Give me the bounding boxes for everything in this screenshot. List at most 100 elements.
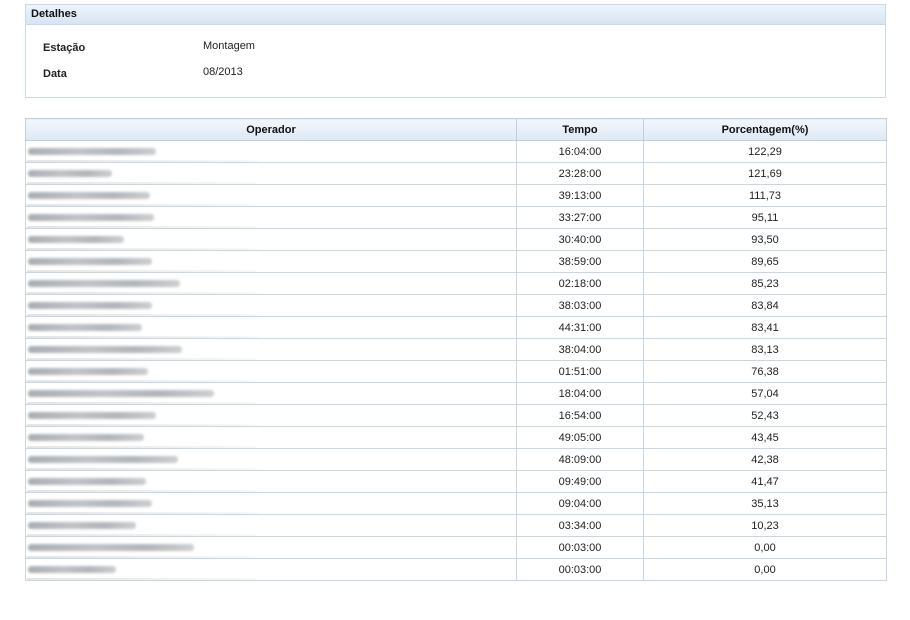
porcentagem-cell: 76,38 (643, 360, 887, 383)
operator-name-cell (25, 206, 517, 229)
porcentagem-cell: 95,11 (643, 206, 887, 229)
porcentagem-cell: 35,13 (643, 492, 887, 515)
column-header-operador[interactable]: Operador (25, 118, 517, 141)
tempo-cell: 33:27:00 (516, 206, 644, 229)
porcentagem-cell: 122,29 (643, 140, 887, 163)
tempo-cell: 01:51:00 (516, 360, 644, 383)
operators-table: Operador Tempo Porcentagem(%) 16:04:00 12… (25, 118, 887, 581)
table-row: 48:09:00 42,38 (25, 448, 887, 471)
tempo-cell: 00:03:00 (516, 536, 644, 559)
operator-name-cell (25, 250, 517, 273)
tempo-cell: 49:05:00 (516, 426, 644, 449)
table-row: 16:54:00 52,43 (25, 404, 887, 427)
table-row: 16:04:00 122,29 (25, 140, 887, 163)
blurred-operator-name (28, 368, 148, 376)
porcentagem-cell: 93,50 (643, 228, 887, 251)
porcentagem-cell: 111,73 (643, 184, 887, 207)
operator-name-cell (25, 492, 517, 515)
station-label: Estação (43, 42, 86, 54)
blurred-operator-name (28, 522, 136, 530)
details-panel-title: Detalhes (26, 5, 885, 25)
table-row: 03:34:00 10,23 (25, 514, 887, 537)
operator-name-cell (25, 338, 517, 361)
operator-name-cell (25, 184, 517, 207)
table-row: 00:03:00 0,00 (25, 536, 887, 559)
table-header-row: Operador Tempo Porcentagem(%) (25, 118, 887, 141)
table-row: 30:40:00 93,50 (25, 228, 887, 251)
column-header-tempo[interactable]: Tempo (516, 118, 644, 141)
operator-name-cell (25, 140, 517, 163)
operator-name-cell (25, 536, 517, 559)
table-row: 44:31:00 83,41 (25, 316, 887, 339)
porcentagem-cell: 121,69 (643, 162, 887, 185)
operator-name-cell (25, 382, 517, 405)
porcentagem-cell: 0,00 (643, 536, 887, 559)
operator-name-cell (25, 316, 517, 339)
tempo-cell: 18:04:00 (516, 382, 644, 405)
blurred-operator-name (28, 280, 180, 288)
tempo-cell: 44:31:00 (516, 316, 644, 339)
tempo-cell: 38:03:00 (516, 294, 644, 317)
tempo-cell: 09:49:00 (516, 470, 644, 493)
blurred-operator-name (28, 434, 144, 442)
blurred-operator-name (28, 258, 152, 266)
blurred-operator-name (28, 346, 182, 354)
blurred-operator-name (28, 170, 112, 178)
blurred-operator-name (28, 324, 142, 332)
table-row: 38:04:00 83,13 (25, 338, 887, 361)
tempo-cell: 16:54:00 (516, 404, 644, 427)
blurred-operator-name (28, 456, 178, 464)
row-shadow-line (27, 578, 257, 580)
blurred-operator-name (28, 500, 152, 508)
blurred-operator-name (28, 478, 146, 486)
details-panel: Detalhes Estação Montagem Data 08/2013 (25, 4, 886, 98)
tempo-cell: 09:04:00 (516, 492, 644, 515)
table-row: 33:27:00 95,11 (25, 206, 887, 229)
blurred-operator-name (28, 236, 124, 244)
table-row: 39:13:00 111,73 (25, 184, 887, 207)
porcentagem-cell: 83,13 (643, 338, 887, 361)
table-row: 23:28:00 121,69 (25, 162, 887, 185)
station-value: Montagem (203, 40, 255, 52)
tempo-cell: 23:28:00 (516, 162, 644, 185)
table-row: 09:04:00 35,13 (25, 492, 887, 515)
tempo-cell: 38:04:00 (516, 338, 644, 361)
blurred-operator-name (28, 566, 116, 574)
table-row: 01:51:00 76,38 (25, 360, 887, 383)
table-row: 09:49:00 41,47 (25, 470, 887, 493)
porcentagem-cell: 83,41 (643, 316, 887, 339)
table-row: 00:03:00 0,00 (25, 558, 887, 581)
porcentagem-cell: 85,23 (643, 272, 887, 295)
operator-name-cell (25, 162, 517, 185)
blurred-operator-name (28, 390, 214, 398)
column-header-porcentagem[interactable]: Porcentagem(%) (643, 118, 887, 141)
blurred-operator-name (28, 412, 156, 420)
operator-name-cell (25, 360, 517, 383)
blurred-operator-name (28, 214, 154, 222)
porcentagem-cell: 89,65 (643, 250, 887, 273)
operator-name-cell (25, 426, 517, 449)
operator-name-cell (25, 272, 517, 295)
tempo-cell: 48:09:00 (516, 448, 644, 471)
porcentagem-cell: 52,43 (643, 404, 887, 427)
porcentagem-cell: 41,47 (643, 470, 887, 493)
date-label: Data (43, 68, 67, 80)
operator-name-cell (25, 294, 517, 317)
porcentagem-cell: 42,38 (643, 448, 887, 471)
porcentagem-cell: 43,45 (643, 426, 887, 449)
operator-name-cell (25, 228, 517, 251)
tempo-cell: 16:04:00 (516, 140, 644, 163)
tempo-cell: 02:18:00 (516, 272, 644, 295)
operator-name-cell (25, 448, 517, 471)
tempo-cell: 00:03:00 (516, 558, 644, 581)
table-row: 18:04:00 57,04 (25, 382, 887, 405)
tempo-cell: 38:59:00 (516, 250, 644, 273)
tempo-cell: 39:13:00 (516, 184, 644, 207)
table-row: 38:03:00 83,84 (25, 294, 887, 317)
tempo-cell: 03:34:00 (516, 514, 644, 537)
operator-name-cell (25, 404, 517, 427)
operator-name-cell (25, 558, 517, 581)
porcentagem-cell: 57,04 (643, 382, 887, 405)
porcentagem-cell: 10,23 (643, 514, 887, 537)
blurred-operator-name (28, 302, 152, 310)
